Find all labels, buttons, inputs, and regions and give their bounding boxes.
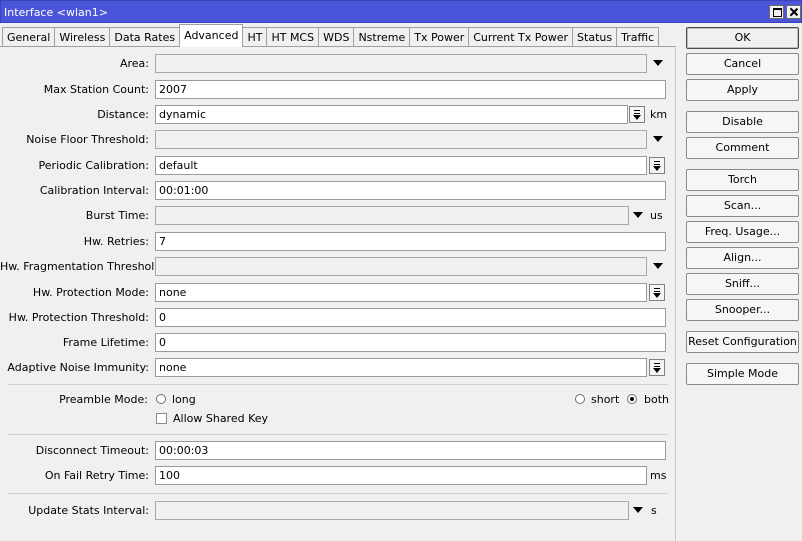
area-dropdown-icon[interactable] — [653, 60, 663, 66]
update-stats-interval-field[interactable] — [155, 501, 629, 520]
tab-data-rates[interactable]: Data Rates — [109, 27, 181, 47]
allow-shared-key-checkbox[interactable] — [156, 413, 167, 424]
calibration-interval-field[interactable]: 00:01:00 — [155, 181, 666, 200]
area-field[interactable] — [155, 54, 647, 73]
distance-unit: km — [650, 108, 668, 121]
on-fail-retry-time-label: On Fail Retry Time: — [44, 469, 149, 482]
preamble-short-radio[interactable] — [575, 394, 585, 404]
scan-button[interactable]: Scan... — [686, 195, 799, 217]
simple-mode-button[interactable]: Simple Mode — [686, 363, 799, 385]
adaptive-noise-immunity-label: Adaptive Noise Immunity: — [7, 361, 149, 374]
calibration-interval-label: Calibration Interval: — [39, 184, 149, 197]
frame-lifetime-label: Frame Lifetime: — [62, 336, 149, 349]
tab-content-border — [0, 46, 675, 47]
burst-time-unit: us — [650, 209, 663, 222]
hw-fragmentation-threshold-field[interactable] — [155, 257, 647, 276]
preamble-both-radio[interactable] — [627, 394, 637, 404]
periodic-calibration-dropdown-icon[interactable] — [649, 157, 665, 174]
max-station-count-field[interactable]: 2007 — [155, 80, 666, 99]
title-bar: Interface <wlan1> — [0, 0, 802, 23]
tab-wds[interactable]: WDS — [318, 27, 355, 47]
close-icon[interactable] — [786, 5, 801, 19]
disconnect-timeout-label: Disconnect Timeout: — [35, 444, 149, 457]
maximize-icon[interactable] — [769, 5, 784, 19]
align-button[interactable]: Align... — [686, 247, 799, 269]
hw-protection-threshold-field[interactable]: 0 — [155, 308, 666, 327]
tab-ht-mcs[interactable]: HT MCS — [266, 27, 320, 47]
update-stats-interval-unit: s — [651, 504, 657, 517]
torch-button[interactable]: Torch — [686, 169, 799, 191]
area-label: Area: — [119, 57, 149, 70]
preamble-short-label: short — [591, 393, 620, 406]
tab-advanced[interactable]: Advanced — [179, 24, 244, 47]
periodic-calibration-label: Periodic Calibration: — [38, 159, 149, 172]
hw-protection-mode-field[interactable]: none — [155, 283, 647, 302]
preamble-long-label: long — [172, 393, 196, 406]
distance-label: Distance: — [97, 108, 149, 121]
reset-configuration-button[interactable]: Reset Configuration — [686, 331, 799, 353]
tab-nstreme[interactable]: Nstreme — [353, 27, 411, 47]
preamble-long-radio[interactable] — [156, 394, 166, 404]
distance-dropdown-icon[interactable] — [629, 106, 645, 123]
disable-button[interactable]: Disable — [686, 111, 799, 133]
adaptive-noise-immunity-field[interactable]: none — [155, 358, 647, 377]
noise-floor-threshold-label: Noise Floor Threshold: — [26, 133, 149, 146]
tab-wireless[interactable]: Wireless — [54, 27, 111, 47]
allow-shared-key-label: Allow Shared Key — [173, 412, 269, 425]
update-stats-interval-dropdown-icon[interactable] — [633, 507, 643, 513]
hw-fragmentation-threshold-dropdown-icon[interactable] — [653, 263, 663, 269]
apply-button[interactable]: Apply — [686, 79, 799, 101]
on-fail-retry-time-field[interactable]: 100 — [155, 466, 647, 485]
tab-current-tx-power[interactable]: Current Tx Power — [468, 27, 574, 47]
freq-usage-button[interactable]: Freq. Usage... — [686, 221, 799, 243]
sniff-button[interactable]: Sniff... — [686, 273, 799, 295]
burst-time-field[interactable] — [155, 206, 629, 225]
tab-ht[interactable]: HT — [242, 27, 268, 47]
hw-retries-field[interactable]: 7 — [155, 232, 666, 251]
hw-protection-threshold-label: Hw. Protection Threshold: — [8, 311, 149, 324]
ok-button[interactable]: OK — [686, 27, 799, 49]
tab-bar: General Wireless Data Rates Advanced HT … — [2, 24, 660, 47]
comment-button[interactable]: Comment — [686, 137, 799, 159]
hw-retries-label: Hw. Retries: — [83, 235, 149, 248]
preamble-both-label: both — [644, 393, 669, 406]
tab-tx-power[interactable]: Tx Power — [409, 27, 470, 47]
separator — [8, 434, 668, 435]
frame-lifetime-field[interactable]: 0 — [155, 333, 666, 352]
button-panel-divider — [675, 46, 676, 541]
noise-floor-threshold-dropdown-icon[interactable] — [653, 136, 663, 142]
tab-general[interactable]: General — [2, 27, 56, 47]
max-station-count-label: Max Station Count: — [43, 83, 149, 96]
window-title: Interface <wlan1> — [4, 6, 108, 19]
update-stats-interval-label: Update Stats Interval: — [28, 504, 149, 517]
snooper-button[interactable]: Snooper... — [686, 299, 799, 321]
hw-protection-mode-dropdown-icon[interactable] — [649, 284, 665, 301]
noise-floor-threshold-field[interactable] — [155, 130, 647, 149]
tab-traffic[interactable]: Traffic — [616, 27, 660, 47]
periodic-calibration-field[interactable]: default — [155, 156, 647, 175]
on-fail-retry-time-unit: ms — [650, 469, 667, 482]
burst-time-dropdown-icon[interactable] — [633, 212, 643, 218]
distance-field[interactable]: dynamic — [155, 105, 628, 124]
preamble-mode-label: Preamble Mode: — [59, 393, 148, 406]
separator — [8, 384, 668, 385]
tab-status[interactable]: Status — [572, 27, 618, 47]
adaptive-noise-immunity-dropdown-icon[interactable] — [649, 359, 665, 376]
disconnect-timeout-field[interactable]: 00:00:03 — [155, 441, 666, 460]
burst-time-label: Burst Time: — [85, 209, 149, 222]
separator — [8, 493, 668, 494]
hw-protection-mode-label: Hw. Protection Mode: — [32, 286, 149, 299]
hw-fragmentation-threshold-label: Hw. Fragmentation Threshold: — [0, 260, 166, 273]
cancel-button[interactable]: Cancel — [686, 53, 799, 75]
